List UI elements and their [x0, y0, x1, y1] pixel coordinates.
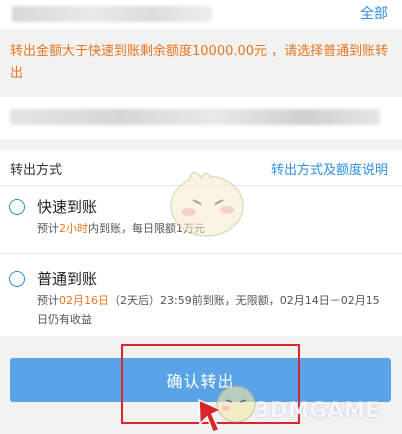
watermark-text: 3DMGAME: [255, 398, 381, 422]
top-band: 全部: [0, 0, 402, 29]
transfer-method-help-link[interactable]: 转出方式及额度说明: [271, 159, 388, 178]
account-row[interactable]: [0, 97, 402, 139]
mascot-watermark-icon: [170, 171, 244, 237]
warning-message: 转出金额大于快速到账剩余额度10000.00元 ，请选择普通到账转出: [10, 44, 389, 81]
divider: [0, 253, 402, 254]
transfer-method-label: 转出方式: [10, 163, 63, 178]
mascot-small-icon: [216, 385, 256, 423]
radio-normal[interactable]: [9, 271, 25, 287]
option-normal-desc: 预计02月16日（2天后）23:59前到账，无限额，02月14日－02月15日仍…: [37, 294, 380, 326]
masked-account-info: [10, 109, 380, 125]
option-fast-title: 快速到账: [37, 198, 98, 216]
masked-amount: [12, 6, 212, 22]
option-normal-title: 普通到账: [37, 270, 98, 288]
all-link[interactable]: 全部: [360, 3, 388, 23]
radio-fast[interactable]: [9, 199, 25, 215]
